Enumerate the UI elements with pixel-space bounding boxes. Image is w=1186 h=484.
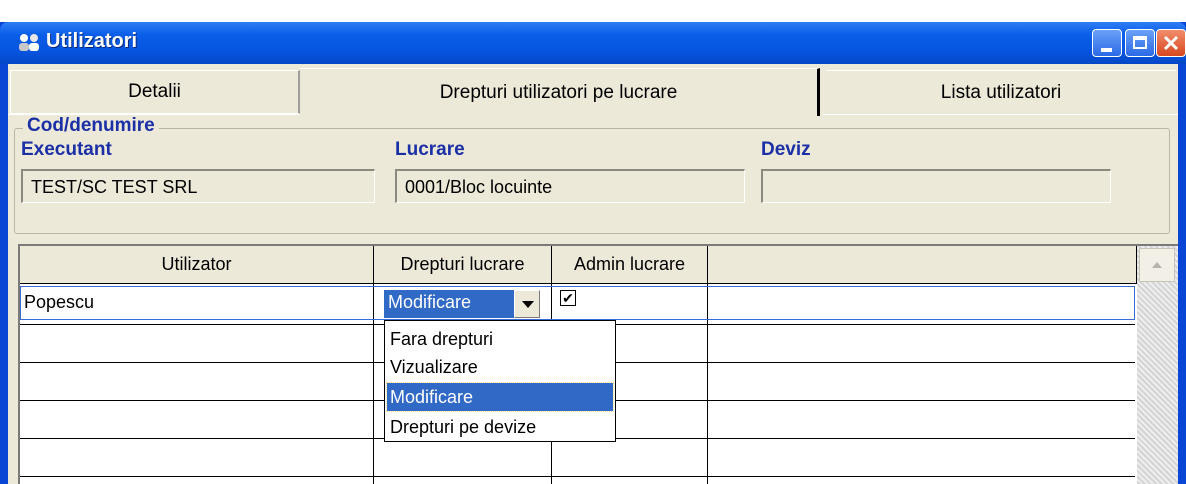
app-icon [19, 34, 39, 51]
column-header-admin-lucrare[interactable]: Admin lucrare [552, 246, 708, 284]
lucrare-label: Lucrare [395, 139, 465, 160]
column-header-utilizator[interactable]: Utilizator [20, 246, 374, 284]
option-modificare[interactable]: Modificare [386, 382, 614, 412]
tab-detalii-label: Detalii [128, 81, 181, 102]
option-drepturi-pe-devize[interactable]: Drepturi pe devize [387, 413, 613, 441]
title-bar[interactable]: Utilizatori [0, 22, 1186, 64]
tab-drepturi-label: Drepturi utilizatori pe lucrare [439, 81, 678, 103]
option-fara-drepturi[interactable]: Fara drepturi [387, 325, 613, 353]
column-header-empty [708, 246, 1137, 284]
combo-dropdown-button[interactable] [514, 290, 540, 318]
drepturi-dropdown-list: Fara drepturi Vizualizare Modificare Dre… [384, 320, 616, 442]
cell-utilizator[interactable]: Popescu [24, 292, 94, 313]
deviz-field[interactable] [761, 169, 1111, 203]
users-window: Utilizatori Detalii Drepturi utilizatori… [0, 22, 1186, 484]
group-title: Cod/denumire [23, 115, 159, 137]
executant-field[interactable]: TEST/SC TEST SRL [21, 169, 375, 203]
option-vizualizare[interactable]: Vizualizare [387, 353, 613, 381]
tab-lista-utilizatori[interactable]: Lista utilizatori [826, 70, 1176, 114]
drepturi-combo[interactable]: Modificare [384, 290, 514, 318]
tab-detalii[interactable]: Detalii [10, 70, 300, 114]
scroll-up-icon [1152, 262, 1162, 268]
close-icon [1163, 35, 1179, 51]
minimize-icon [1101, 48, 1112, 52]
executant-label: Executant [21, 139, 112, 160]
scroll-up-button[interactable] [1139, 248, 1175, 282]
cod-denumire-group: Cod/denumire Executant Lucrare Deviz TES… [14, 115, 1170, 234]
deviz-label: Deviz [761, 139, 811, 160]
minimize-button[interactable] [1092, 29, 1122, 57]
tab-divider [823, 114, 1178, 115]
grid-row-line [20, 476, 1135, 477]
maximize-icon [1133, 36, 1147, 49]
table-row[interactable] [20, 286, 1135, 320]
users-rights-grid: Utilizator Drepturi lucrare Admin lucrar… [18, 244, 1178, 484]
lucrare-field[interactable]: 0001/Bloc locuinte [395, 169, 745, 203]
window-client-area: Detalii Drepturi utilizatori pe lucrare … [8, 64, 1178, 484]
tab-drepturi-utilizatori[interactable]: Drepturi utilizatori pe lucrare [300, 68, 820, 116]
column-header-drepturi-lucrare[interactable]: Drepturi lucrare [374, 246, 552, 284]
admin-lucrare-checkbox[interactable]: ✔ [560, 290, 576, 306]
maximize-button[interactable] [1125, 29, 1155, 57]
window-title: Utilizatori [46, 30, 138, 52]
close-button[interactable] [1156, 29, 1186, 57]
tab-lista-label: Lista utilizatori [940, 81, 1062, 103]
checkmark-icon: ✔ [562, 290, 574, 306]
